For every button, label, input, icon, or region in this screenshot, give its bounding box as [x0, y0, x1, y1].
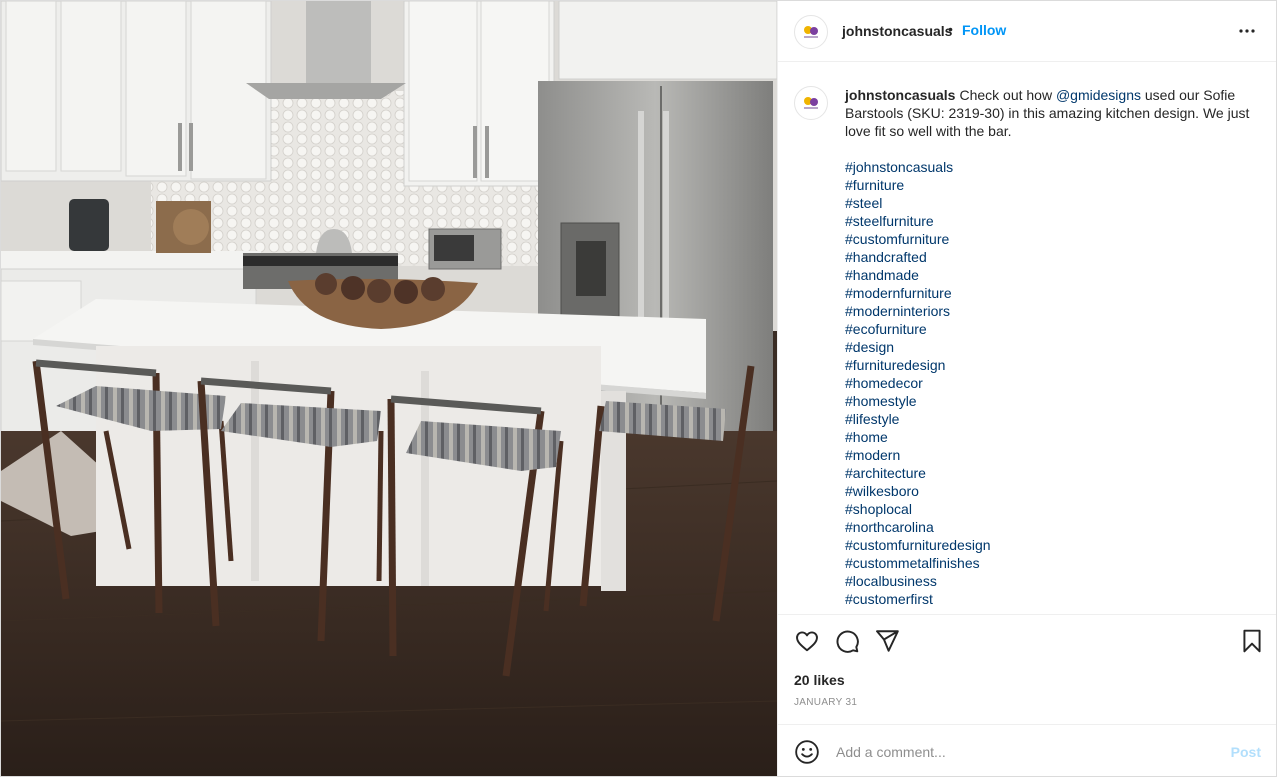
post-header: johnstoncasuals • Follow — [778, 1, 1276, 62]
more-horizontal-icon — [1239, 29, 1255, 33]
separator-dot: • — [948, 21, 953, 37]
hashtag-link[interactable]: #custommetalfinishes — [845, 554, 1265, 572]
bookmark-icon[interactable] — [1239, 628, 1265, 654]
hashtag-link[interactable]: #customerfirst — [845, 590, 1265, 608]
hashtag-link[interactable]: #northcarolina — [845, 518, 1265, 536]
caption-section: johnstoncasuals Check out how @gmidesigns… — [778, 62, 1276, 614]
comment-input[interactable] — [834, 739, 1218, 765]
hashtag-link[interactable]: #customfurniture — [845, 230, 1265, 248]
hashtag-link[interactable]: #handcrafted — [845, 248, 1265, 266]
post-dialog: johnstoncasuals • Follow johnstoncasuals… — [0, 0, 1277, 777]
comment-icon[interactable] — [834, 628, 860, 654]
post-side-panel: johnstoncasuals • Follow johnstoncasuals… — [777, 1, 1276, 776]
caption-text: johnstoncasuals Check out how @gmidesigns… — [845, 86, 1265, 608]
mention-link[interactable]: @gmidesigns — [1056, 87, 1141, 103]
hashtag-link[interactable]: #modern — [845, 446, 1265, 464]
hashtag-link[interactable]: #modernfurniture — [845, 284, 1265, 302]
caption-avatar[interactable] — [794, 86, 828, 120]
post-photo[interactable] — [1, 1, 777, 776]
hashtag-link[interactable]: #furnituredesign — [845, 356, 1265, 374]
hashtag-link[interactable]: #steelfurniture — [845, 212, 1265, 230]
caption-body-start: Check out how — [959, 87, 1056, 103]
username[interactable]: johnstoncasuals — [842, 23, 952, 39]
more-options-button[interactable] — [1235, 19, 1259, 43]
heart-icon[interactable] — [794, 628, 820, 654]
follow-button[interactable]: Follow — [962, 22, 1006, 38]
action-bar: 20 likes JANUARY 31 — [778, 614, 1276, 725]
post-comment-button[interactable]: Post — [1231, 744, 1261, 760]
post-date: JANUARY 31 — [794, 697, 858, 708]
emoji-icon[interactable] — [794, 739, 820, 765]
hashtag-link[interactable]: #moderninteriors — [845, 302, 1265, 320]
hashtag-link[interactable]: #homedecor — [845, 374, 1265, 392]
avatar[interactable] — [794, 15, 828, 49]
hashtag-link[interactable]: #furniture — [845, 176, 1265, 194]
likes-count[interactable]: 20 likes — [794, 672, 845, 688]
hashtag-link[interactable]: #design — [845, 338, 1265, 356]
hashtag-link[interactable]: #home — [845, 428, 1265, 446]
share-icon[interactable] — [874, 628, 900, 654]
hashtag-link[interactable]: #customfurnituredesign — [845, 536, 1265, 554]
hashtag-link[interactable]: #localbusiness — [845, 572, 1265, 590]
hashtag-link[interactable]: #steel — [845, 194, 1265, 212]
hashtag-link[interactable]: #wilkesboro — [845, 482, 1265, 500]
brand-logo-icon — [804, 26, 818, 38]
caption-username[interactable]: johnstoncasuals — [845, 87, 955, 103]
hashtag-link[interactable]: #handmade — [845, 266, 1265, 284]
hashtag-list: #johnstoncasuals #furniture #steel #stee… — [845, 158, 1265, 608]
hashtag-link[interactable]: #lifestyle — [845, 410, 1265, 428]
hashtag-link[interactable]: #homestyle — [845, 392, 1265, 410]
hashtag-link[interactable]: #shoplocal — [845, 500, 1265, 518]
hashtag-link[interactable]: #ecofurniture — [845, 320, 1265, 338]
kitchen-photo-illustration — [1, 1, 777, 776]
hashtag-link[interactable]: #johnstoncasuals — [845, 158, 1265, 176]
hashtag-link[interactable]: #architecture — [845, 464, 1265, 482]
brand-logo-icon — [804, 97, 818, 109]
comment-bar: Post — [778, 724, 1276, 776]
